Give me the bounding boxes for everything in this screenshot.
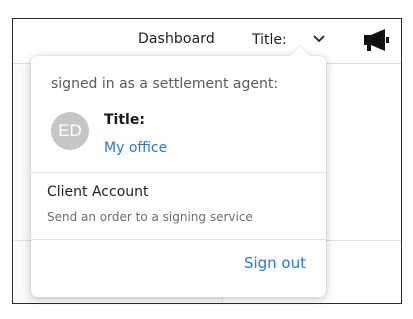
avatar: ED	[51, 112, 89, 150]
user-title: Title:	[104, 112, 145, 128]
chevron-down-icon[interactable]	[312, 34, 326, 44]
megaphone-icon[interactable]	[363, 27, 391, 53]
client-account-menu-item[interactable]: Client Account Send an order to a signin…	[31, 172, 326, 238]
sign-out-link[interactable]: Sign out	[244, 254, 306, 272]
signed-in-label: signed in as a settlement agent:	[51, 76, 279, 92]
client-account-title: Client Account	[47, 184, 149, 200]
account-dropdown-menu: signed in as a settlement agent: ED Titl…	[31, 46, 326, 297]
client-account-description: Send an order to a signing service	[47, 210, 253, 224]
nav-dashboard-link[interactable]: Dashboard	[138, 31, 215, 47]
my-office-link[interactable]: My office	[104, 140, 167, 156]
menu-divider	[31, 239, 326, 240]
nav-title-dropdown[interactable]: Title:	[252, 32, 287, 48]
